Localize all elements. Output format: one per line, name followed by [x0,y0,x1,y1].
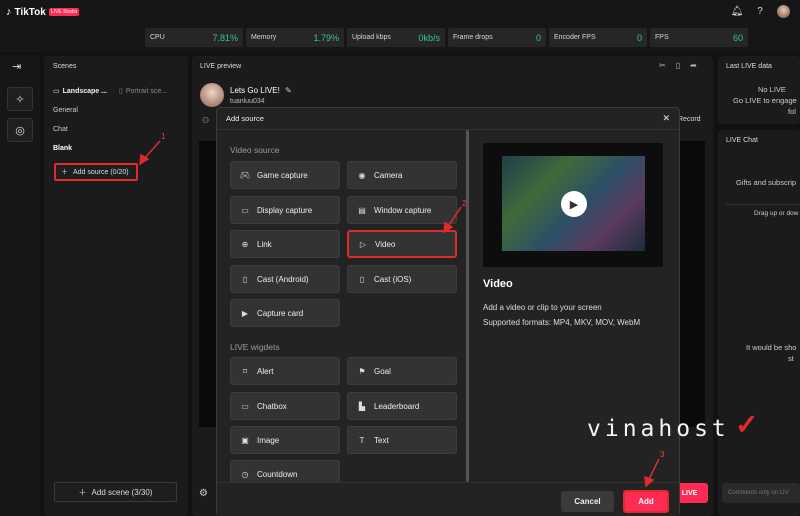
annotation-arrow-3 [647,458,660,482]
vinahost-watermark: vinahost [587,416,730,442]
annotation-number-1: 1 [161,132,166,141]
annotation-number-3: 3 [660,450,665,459]
annotation-arrowhead-2 [443,221,454,234]
annotation-number-2: 2 [462,199,467,208]
vinahost-logo-icon: ✓ [735,409,759,440]
annotation-arrowhead-3 [644,475,655,488]
